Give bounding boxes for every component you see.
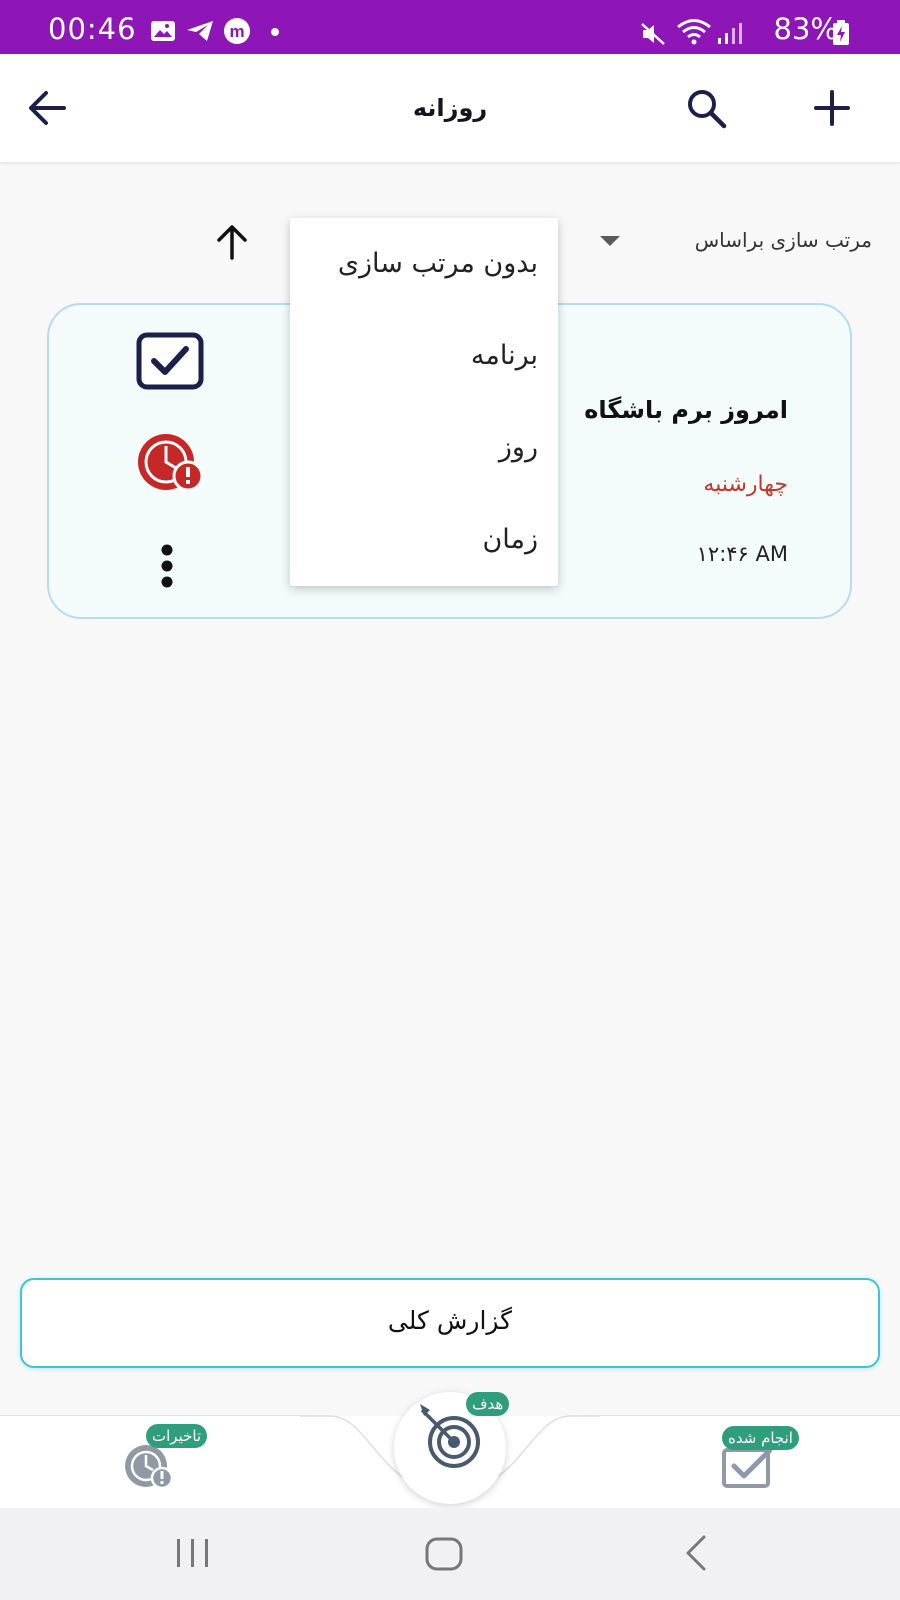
wifi-icon	[677, 19, 711, 45]
sort-dropdown-menu: بدون مرتب سازی برنامه روز زمان	[290, 218, 558, 586]
telegram-notification-icon	[187, 21, 213, 41]
menu-item-day[interactable]: روز	[499, 432, 538, 463]
svg-text:m: m	[229, 22, 244, 41]
more-options-icon[interactable]	[160, 544, 174, 588]
menu-item-program[interactable]: برنامه	[471, 340, 538, 371]
menu-item-time[interactable]: زمان	[482, 524, 538, 555]
nav-divider-left	[0, 1415, 312, 1416]
sort-label: مرتب سازی براساس	[694, 228, 872, 252]
more-notifications-dot-icon	[271, 28, 279, 36]
task-day: چهارشنبه	[703, 472, 788, 497]
goal-badge: هدف	[466, 1392, 510, 1416]
overdue-alert-icon[interactable]	[134, 432, 206, 494]
page-title: روزانه	[412, 94, 488, 122]
status-time: 00:46	[48, 12, 137, 46]
system-navigation-bar	[0, 1508, 900, 1600]
battery-charging-icon	[833, 20, 849, 45]
mute-icon	[641, 23, 665, 45]
done-tab-icon[interactable]	[720, 1444, 776, 1490]
add-icon[interactable]	[812, 88, 852, 128]
app-notification-icon: m	[224, 18, 250, 44]
task-title: امروز برم باشگاه	[584, 396, 788, 424]
nav-divider-right	[588, 1415, 900, 1416]
done-tab-badge: انجام شده	[722, 1426, 799, 1450]
done-checkbox-icon[interactable]	[136, 332, 204, 390]
home-icon[interactable]	[424, 1536, 464, 1572]
menu-item-no-sort[interactable]: بدون مرتب سازی	[338, 248, 538, 279]
system-back-icon[interactable]	[682, 1534, 710, 1572]
search-icon[interactable]	[686, 88, 728, 130]
delays-tab-icon[interactable]	[122, 1442, 178, 1490]
sort-dropdown-caret-icon[interactable]	[600, 236, 620, 246]
app-bar: روزانه	[0, 54, 900, 162]
back-arrow-icon[interactable]	[26, 88, 68, 128]
delays-tab-badge: تاخیرات	[146, 1424, 208, 1448]
overall-report-label: گزارش کلی	[387, 1306, 513, 1335]
overall-report-button[interactable]: گزارش کلی	[20, 1278, 880, 1368]
recent-apps-icon[interactable]	[174, 1536, 212, 1570]
signal-icon	[718, 23, 742, 44]
status-bar: 00:46 m 83%	[0, 0, 900, 54]
gallery-notification-icon	[151, 21, 175, 41]
task-time: ۱۲:۴۶ AM	[696, 542, 788, 566]
battery-percentage: 83%	[773, 12, 838, 46]
sort-direction-arrow-icon[interactable]	[212, 222, 252, 262]
